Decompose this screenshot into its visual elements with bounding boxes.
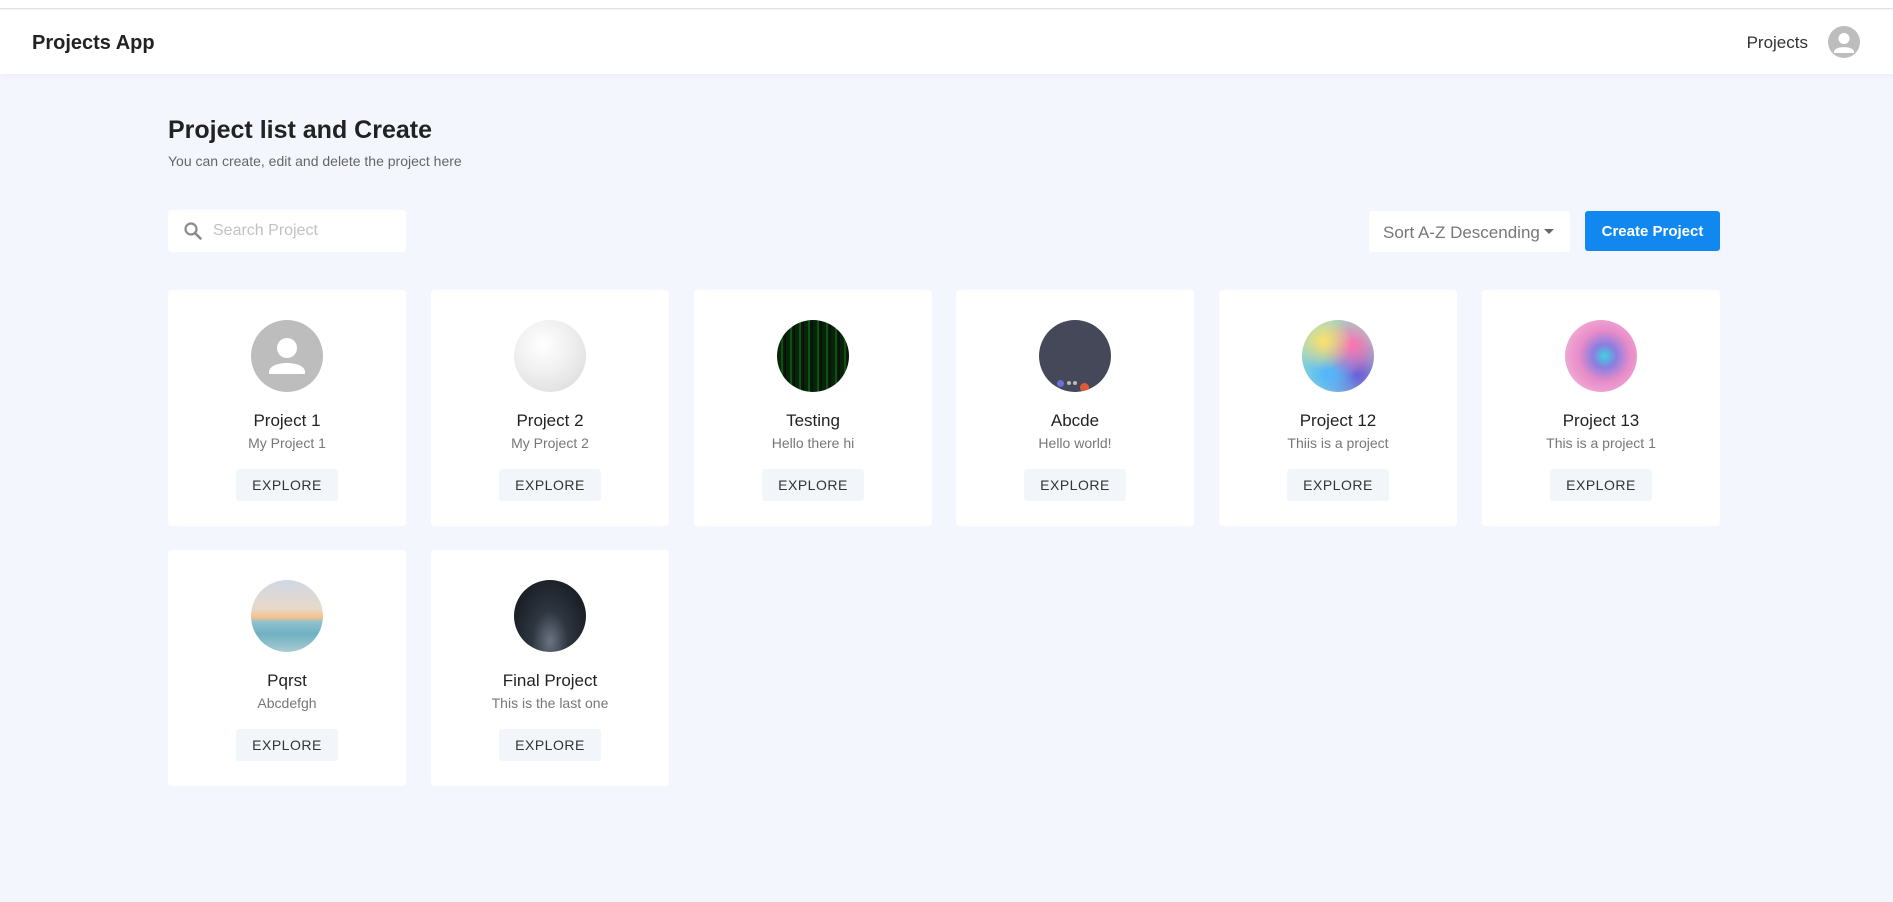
window-top-border	[0, 0, 1893, 9]
project-description: This is the last one	[491, 695, 609, 711]
person-icon	[1834, 33, 1854, 53]
explore-button[interactable]: EXPLORE	[762, 469, 864, 501]
project-card: Testing Hello there hi EXPLORE	[694, 290, 932, 526]
image-dot	[1067, 381, 1071, 385]
project-title: Project 1	[253, 411, 321, 430]
image-dot	[1073, 381, 1077, 385]
project-image-night-landscape	[514, 580, 586, 652]
project-description: My Project 1	[248, 435, 326, 451]
app-header: Projects App Projects	[0, 10, 1893, 74]
project-card: Final Project This is the last one EXPLO…	[431, 550, 669, 786]
user-avatar-icon[interactable]	[1828, 26, 1860, 58]
app-brand[interactable]: Projects App	[32, 32, 155, 55]
sort-select[interactable]: Sort A-Z Descending	[1369, 211, 1570, 252]
project-title: Final Project	[502, 671, 598, 690]
project-image-crumpled-paper	[514, 320, 586, 392]
project-title: Project 13	[1562, 411, 1640, 430]
sort-select-value: Sort A-Z Descending	[1383, 223, 1540, 242]
project-card: Pqrst Abcdefgh EXPLORE	[168, 550, 406, 786]
project-description: Hello world!	[1038, 435, 1112, 451]
project-card: Abcde Hello world! EXPLORE	[956, 290, 1194, 526]
project-title: Abcde	[1050, 411, 1100, 430]
project-image-beach-sunset	[251, 580, 323, 652]
project-title: Pqrst	[267, 671, 307, 690]
project-image-green-matrix	[777, 320, 849, 392]
image-dot	[1057, 380, 1064, 387]
project-card: Project 12 Thiis is a project EXPLORE	[1219, 290, 1457, 526]
person-icon	[269, 338, 305, 374]
explore-button[interactable]: EXPLORE	[236, 729, 338, 761]
project-image-rainbow-clouds	[1302, 320, 1374, 392]
project-image-default-avatar	[251, 320, 323, 392]
explore-button[interactable]: EXPLORE	[1024, 469, 1126, 501]
page-subtitle: You can create, edit and delete the proj…	[168, 153, 462, 169]
page-title: Project list and Create	[168, 116, 432, 144]
nav-projects-link[interactable]: Projects	[1747, 33, 1808, 53]
project-description: This is a project 1	[1546, 435, 1656, 451]
explore-button[interactable]: EXPLORE	[236, 469, 338, 501]
project-image-dark-dots	[1039, 320, 1111, 392]
project-card: Project 2 My Project 2 EXPLORE	[431, 290, 669, 526]
explore-button[interactable]: EXPLORE	[499, 729, 601, 761]
search-box[interactable]	[168, 210, 406, 252]
project-card: Project 13 This is a project 1 EXPLORE	[1482, 290, 1720, 526]
image-dot	[1080, 383, 1089, 392]
search-input[interactable]	[213, 210, 398, 252]
project-image-pink-sphere	[1565, 320, 1637, 392]
project-description: Thiis is a project	[1287, 435, 1389, 451]
project-title: Project 12	[1299, 411, 1377, 430]
explore-button[interactable]: EXPLORE	[1287, 469, 1389, 501]
project-title: Testing	[786, 411, 840, 430]
caret-down-icon	[1544, 229, 1554, 234]
explore-button[interactable]: EXPLORE	[1550, 469, 1652, 501]
project-description: My Project 2	[511, 435, 589, 451]
create-project-button[interactable]: Create Project	[1585, 211, 1720, 251]
project-card: Project 1 My Project 1 EXPLORE	[168, 290, 406, 526]
project-title: Project 2	[516, 411, 584, 430]
search-icon	[184, 222, 202, 240]
explore-button[interactable]: EXPLORE	[499, 469, 601, 501]
project-description: Abcdefgh	[257, 695, 317, 711]
project-description: Hello there hi	[771, 435, 855, 451]
